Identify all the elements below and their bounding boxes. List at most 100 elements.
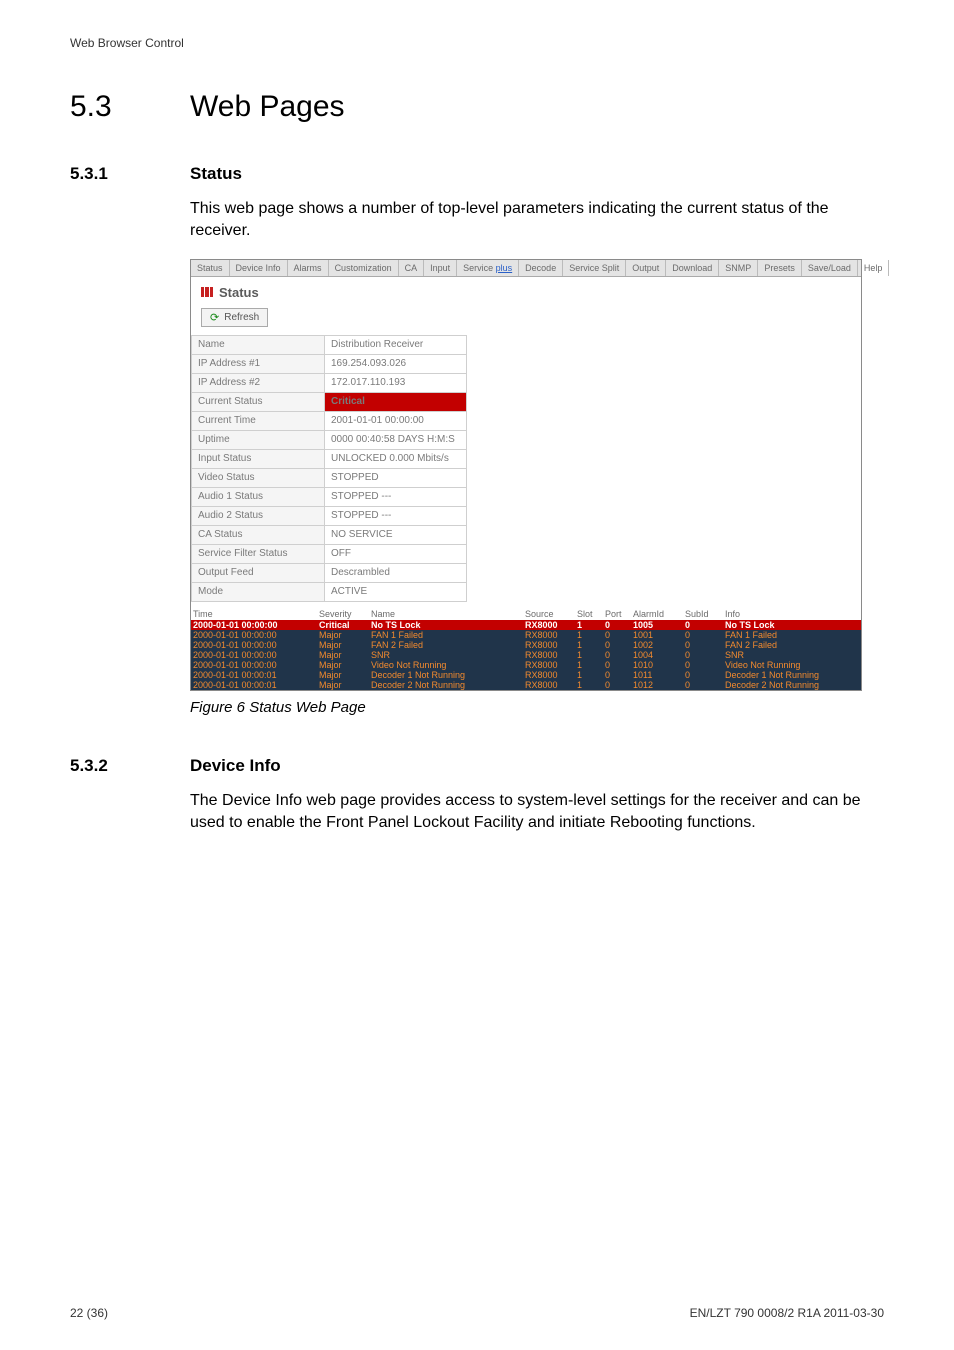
alarm-cell: Major <box>317 650 369 660</box>
tab-item[interactable]: Download <box>666 260 719 276</box>
alarm-row: 2000-01-01 00:00:00MajorVideo Not Runnin… <box>191 660 861 670</box>
alarm-cell: 1001 <box>631 630 683 640</box>
panel-title: Status <box>219 285 259 300</box>
alarm-row: 2000-01-01 00:00:00MajorFAN 1 FailedRX80… <box>191 630 861 640</box>
tab-item[interactable]: Output <box>626 260 666 276</box>
status-table: NameDistribution ReceiverIP Address #116… <box>191 335 467 602</box>
alarm-cell: Video Not Running <box>723 660 861 670</box>
alarm-cell: 2000-01-01 00:00:00 <box>191 630 317 640</box>
alarm-cell: 0 <box>683 630 723 640</box>
alarm-header-cell: SubId <box>683 609 723 619</box>
status-value: STOPPED <box>325 468 467 487</box>
alarm-cell: Decoder 2 Not Running <box>369 680 523 690</box>
refresh-button[interactable]: ⟳ Refresh <box>201 308 268 327</box>
alarm-cell: 0 <box>603 660 631 670</box>
subsection-number: 5.3.1 <box>70 164 190 184</box>
alarm-cell: Decoder 2 Not Running <box>723 680 861 690</box>
tab-item[interactable]: Decode <box>519 260 563 276</box>
section-number: 5.3 <box>70 90 190 124</box>
alarm-cell: 0 <box>683 680 723 690</box>
alarm-cell: RX8000 <box>523 640 575 650</box>
alarm-cell: FAN 1 Failed <box>369 630 523 640</box>
status-value: 2001-01-01 00:00:00 <box>325 411 467 430</box>
alarm-header-cell: Name <box>369 609 523 619</box>
status-value: Distribution Receiver <box>325 335 467 354</box>
alarm-row: 2000-01-01 00:00:01MajorDecoder 2 Not Ru… <box>191 680 861 690</box>
status-value: ACTIVE <box>325 582 467 601</box>
alarm-header-cell: Slot <box>575 609 603 619</box>
alarm-cell: 2000-01-01 00:00:00 <box>191 650 317 660</box>
subsection-title: Device Info <box>190 756 281 776</box>
alarm-cell: Video Not Running <box>369 660 523 670</box>
alarm-cell: 1 <box>575 650 603 660</box>
alarm-cell: 0 <box>603 680 631 690</box>
status-key: Video Status <box>192 468 325 487</box>
alarm-cell: Major <box>317 680 369 690</box>
page-number: 22 (36) <box>70 1306 108 1320</box>
alarm-cell: 0 <box>683 640 723 650</box>
alarm-header-cell: Time <box>191 609 317 619</box>
alarm-cell: 2000-01-01 00:00:01 <box>191 670 317 680</box>
subsection-body: This web page shows a number of top-leve… <box>190 198 884 243</box>
alarm-cell: FAN 1 Failed <box>723 630 861 640</box>
status-value: STOPPED --- <box>325 506 467 525</box>
status-value: OFF <box>325 544 467 563</box>
alarm-header-cell: Severity <box>317 609 369 619</box>
tab-item[interactable]: Input <box>424 260 457 276</box>
alarm-cell: RX8000 <box>523 620 575 630</box>
tab-item[interactable]: Service Split <box>563 260 626 276</box>
service-plus-link[interactable]: plus <box>496 263 513 273</box>
alarm-cell: Major <box>317 640 369 650</box>
status-screenshot: StatusDevice InfoAlarmsCustomizationCAIn… <box>190 259 862 691</box>
tab-item[interactable]: Alarms <box>288 260 329 276</box>
status-value: STOPPED --- <box>325 487 467 506</box>
alarm-cell: RX8000 <box>523 680 575 690</box>
alarm-cell: 1 <box>575 620 603 630</box>
tab-item[interactable]: SNMP <box>719 260 758 276</box>
header-path: Web Browser Control <box>70 36 884 50</box>
subsection-number: 5.3.2 <box>70 756 190 776</box>
refresh-icon: ⟳ <box>210 311 219 324</box>
bars-icon <box>201 287 213 297</box>
alarm-header-cell: Source <box>523 609 575 619</box>
alarm-cell: RX8000 <box>523 660 575 670</box>
status-value: 0000 00:40:58 DAYS H:M:S <box>325 430 467 449</box>
tab-item[interactable]: Service plus <box>457 260 519 276</box>
alarm-cell: 2000-01-01 00:00:01 <box>191 680 317 690</box>
tab-item[interactable]: Help <box>858 260 890 276</box>
status-key: Uptime <box>192 430 325 449</box>
status-value: Critical <box>325 392 467 411</box>
tab-item[interactable]: Presets <box>758 260 802 276</box>
tab-item[interactable]: CA <box>399 260 425 276</box>
alarm-cell: 1010 <box>631 660 683 670</box>
alarm-cell: 1012 <box>631 680 683 690</box>
alarm-row: 2000-01-01 00:00:00MajorFAN 2 FailedRX80… <box>191 640 861 650</box>
tab-item[interactable]: Customization <box>329 260 399 276</box>
figure-caption: Figure 6 Status Web Page <box>190 699 884 716</box>
alarm-cell: 1011 <box>631 670 683 680</box>
status-key: Audio 2 Status <box>192 506 325 525</box>
alarm-row: 2000-01-01 00:00:01MajorDecoder 1 Not Ru… <box>191 670 861 680</box>
alarm-header-cell: Port <box>603 609 631 619</box>
alarm-cell: 0 <box>603 670 631 680</box>
alarm-cell: 0 <box>683 620 723 630</box>
alarm-cell: 0 <box>603 620 631 630</box>
status-key: CA Status <box>192 525 325 544</box>
alarm-cell: 1 <box>575 630 603 640</box>
tab-item[interactable]: Save/Load <box>802 260 858 276</box>
status-key: Mode <box>192 582 325 601</box>
status-key: Current Status <box>192 392 325 411</box>
status-value: NO SERVICE <box>325 525 467 544</box>
tab-item[interactable]: Device Info <box>230 260 288 276</box>
status-key: Output Feed <box>192 563 325 582</box>
status-value: 172.017.110.193 <box>325 373 467 392</box>
status-key: IP Address #2 <box>192 373 325 392</box>
alarm-cell: Major <box>317 670 369 680</box>
status-key: IP Address #1 <box>192 354 325 373</box>
tab-item[interactable]: Status <box>191 260 230 276</box>
alarm-table: TimeSeverityNameSourceSlotPortAlarmIdSub… <box>191 608 861 690</box>
alarm-cell: 2000-01-01 00:00:00 <box>191 660 317 670</box>
alarm-row: 2000-01-01 00:00:00CriticalNo TS LockRX8… <box>191 620 861 630</box>
alarm-cell: 1005 <box>631 620 683 630</box>
status-key: Current Time <box>192 411 325 430</box>
